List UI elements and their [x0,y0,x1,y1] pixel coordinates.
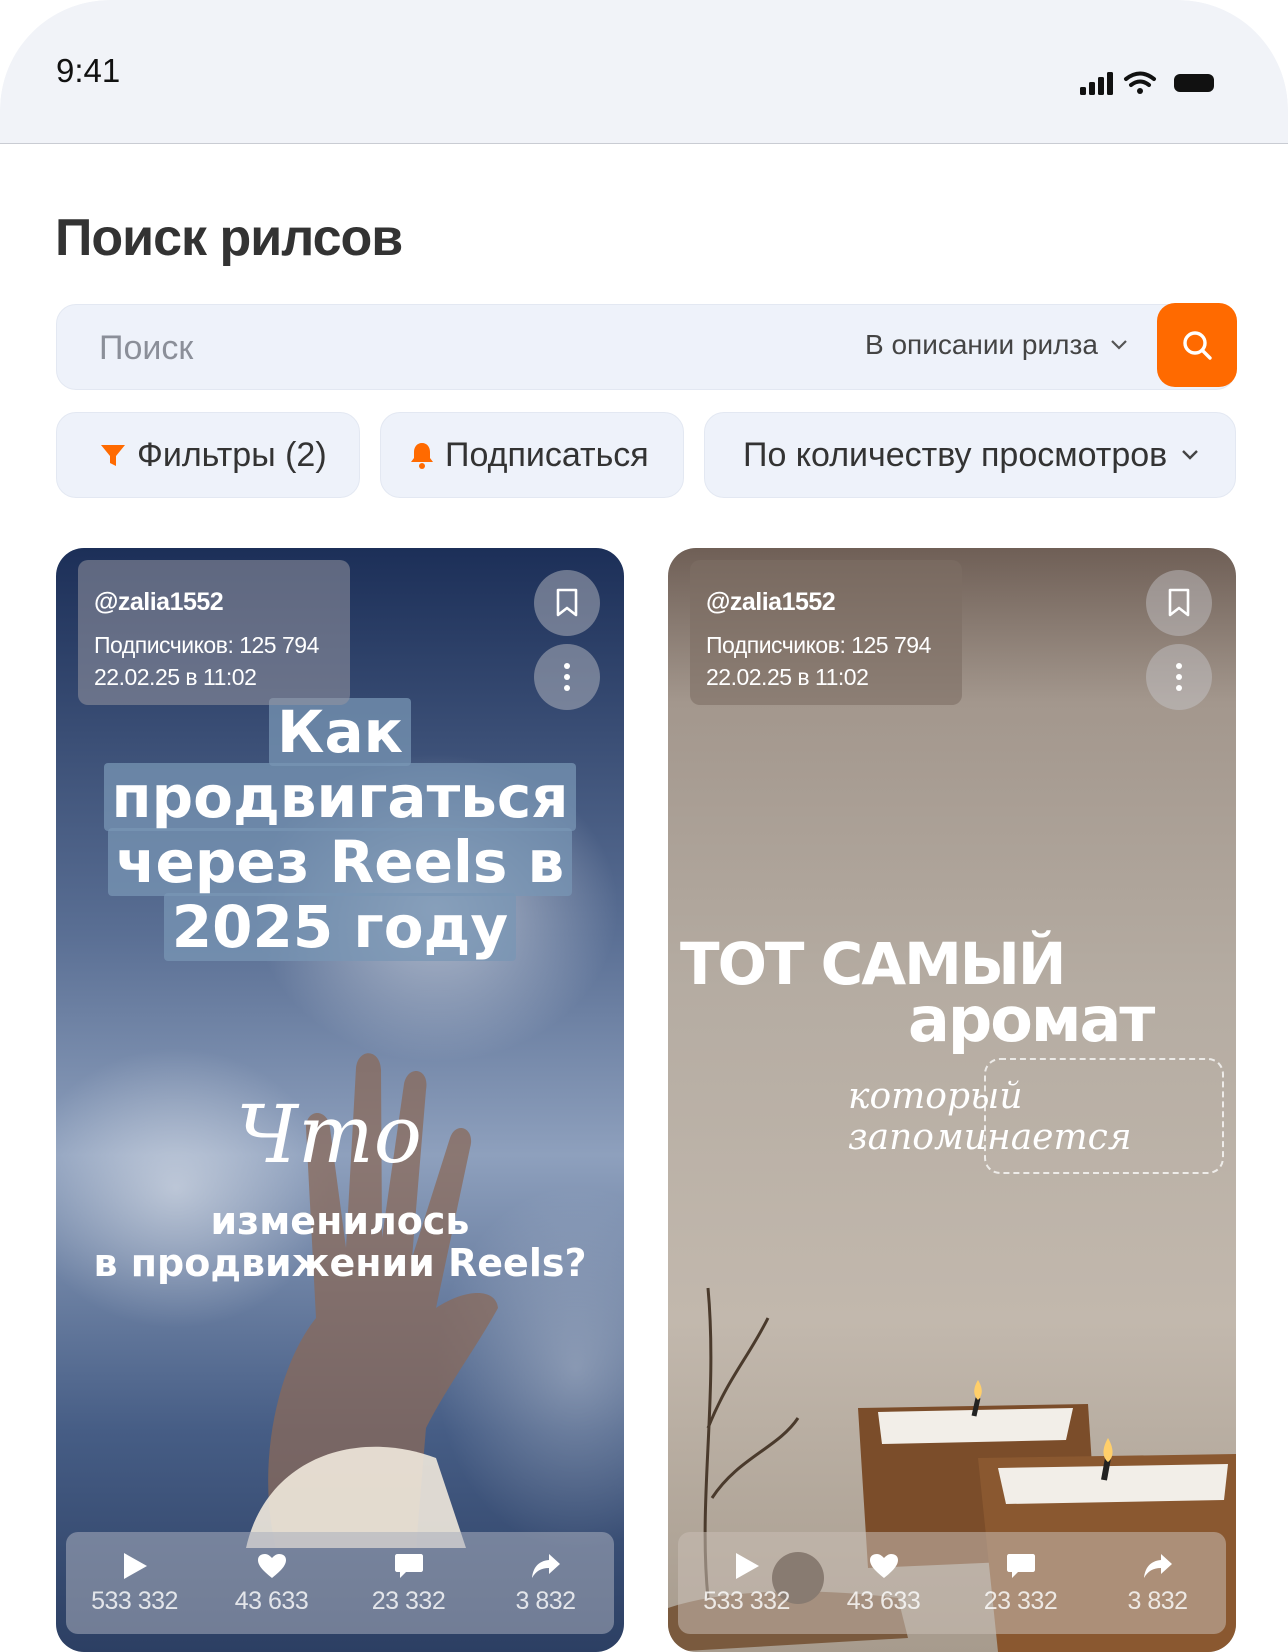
status-time: 9:41 [56,52,121,89]
page-title: Поиск рилсов [55,209,403,267]
status-icons [1078,70,1218,96]
search-input[interactable] [97,323,721,373]
author-username[interactable]: @zalia1552 [94,588,224,617]
search-scope-dropdown[interactable]: В описании рилза [865,329,1128,361]
filters-label: Фильтры (2) [137,435,327,474]
shares-stat: 3 832 [1098,1551,1218,1616]
comments-stat: 23 332 [349,1551,469,1616]
cover-subtitle: изменилось в продвижении Reels? [56,1200,624,1284]
sort-dropdown[interactable]: По количеству просмотров [704,412,1236,498]
shares-stat: 3 832 [486,1551,606,1616]
cover-script-text: который запоминается [848,1076,1132,1158]
reel-date: 22.02.25 в 11:02 [94,664,257,690]
search-bar: В описании рилза [56,303,1237,390]
subscribe-label: Подписаться [445,435,649,474]
filter-icon [101,445,125,466]
likes-stat: 43 633 [212,1551,332,1616]
comment-icon [394,1553,423,1578]
cover-title-line: Как [269,698,411,766]
share-icon [531,1553,560,1578]
shares-count: 3 832 [1127,1586,1188,1615]
play-icon [735,1552,759,1579]
status-bar: 9:41 [0,0,1288,144]
more-options-button[interactable] [534,644,600,710]
filters-button[interactable]: Фильтры (2) [56,412,360,498]
reel-card[interactable]: Как продвигаться через Reels в 2025 году… [56,548,624,1652]
author-subscribers: Подписчиков: 125 794 [94,632,319,658]
sort-label: По количеству просмотров [743,435,1168,474]
wifi-icon [1124,71,1156,94]
bell-icon [411,443,433,469]
cover-script-text: Что [236,1088,422,1181]
reel-author-info: @zalia1552 Подписчиков: 125 794 22.02.25… [690,560,962,705]
comments-stat: 23 332 [961,1551,1081,1616]
bookmark-button[interactable] [1146,570,1212,636]
cover-title-line: 2025 году [163,893,517,961]
reel-author-info: @zalia1552 Подписчиков: 125 794 22.02.25… [78,560,350,705]
heart-icon [869,1553,898,1578]
cover-subtitle-line: в продвижении Reels? [93,1241,587,1285]
views-count: 533 332 [91,1586,178,1615]
comment-icon [1006,1553,1035,1578]
reel-card[interactable]: ТОТ САМЫЙ аромат который запоминается @z… [668,548,1236,1652]
reel-stats: 533 332 43 633 23 332 3 832 [678,1532,1226,1634]
comments-count: 23 332 [983,1586,1058,1615]
subscribe-button[interactable]: Подписаться [380,412,684,498]
more-vertical-icon [1176,663,1182,691]
views-count: 533 332 [703,1586,790,1615]
search-button[interactable] [1157,303,1237,387]
bookmark-icon [556,588,578,617]
reel-stats: 533 332 43 633 23 332 3 832 [66,1532,614,1634]
likes-count: 43 633 [234,1586,309,1615]
more-options-button[interactable] [1146,644,1212,710]
cover-title-line: аромат [908,983,1155,1056]
phone-screen: 9:41 Поиск рилсов В описании [0,0,1288,1652]
views-stat: 533 332 [687,1551,807,1616]
chevron-down-icon [1111,340,1127,350]
shares-count: 3 832 [515,1586,576,1615]
play-icon [123,1552,147,1579]
bookmark-icon [1168,588,1190,617]
views-stat: 533 332 [75,1551,195,1616]
bookmark-button[interactable] [534,570,600,636]
more-vertical-icon [564,663,570,691]
share-icon [1143,1553,1172,1578]
reel-cover-title: Как продвигаться через Reels в 2025 году [56,698,624,961]
author-username[interactable]: @zalia1552 [706,588,836,617]
cover-title-line: через Reels в [107,828,573,896]
search-icon [1183,331,1212,360]
likes-stat: 43 633 [824,1551,944,1616]
chevron-down-icon [1182,450,1199,460]
battery-icon [1174,74,1214,92]
heart-icon [257,1553,286,1578]
author-subscribers: Подписчиков: 125 794 [706,632,931,658]
cover-subtitle-line: изменилось [210,1199,470,1243]
cellular-signal-icon [1080,72,1113,95]
reel-date: 22.02.25 в 11:02 [706,664,869,690]
search-scope-label: В описании рилза [865,329,1098,360]
likes-count: 43 633 [846,1586,921,1615]
comments-count: 23 332 [371,1586,446,1615]
cover-title-line: продвигаться [103,763,577,831]
